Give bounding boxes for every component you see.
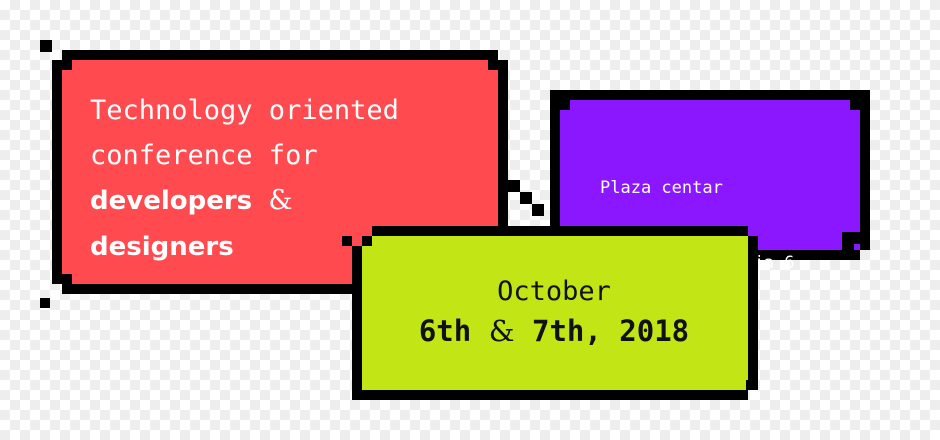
bubble-tail	[532, 204, 544, 216]
event-day-1: 6th	[418, 314, 472, 348]
event-day-2: 7th, 2018	[532, 314, 690, 348]
bubble-tail	[342, 236, 352, 246]
page: { "tagline": { "line1": "Technology orie…	[0, 0, 940, 440]
event-days: 6th & 7th, 2018	[372, 310, 736, 352]
bubble-tail	[746, 380, 756, 390]
tagline-line-1: Technology oriented	[90, 95, 399, 126]
bubble-tail	[520, 192, 532, 204]
pixel-decoration	[40, 40, 52, 52]
role-designers: designers	[90, 232, 234, 262]
ampersand: &	[488, 314, 515, 348]
role-developers: developers	[90, 186, 253, 216]
event-month: October	[497, 276, 611, 307]
bubble-tail	[352, 390, 364, 400]
ampersand: &	[268, 185, 293, 216]
venue-name: Plaza centar	[600, 178, 723, 198]
tagline-line-3: developers &	[90, 178, 490, 224]
pixel-decoration	[40, 298, 50, 308]
tagline-line-2: conference for	[90, 140, 318, 171]
bubble-tail	[508, 180, 520, 192]
